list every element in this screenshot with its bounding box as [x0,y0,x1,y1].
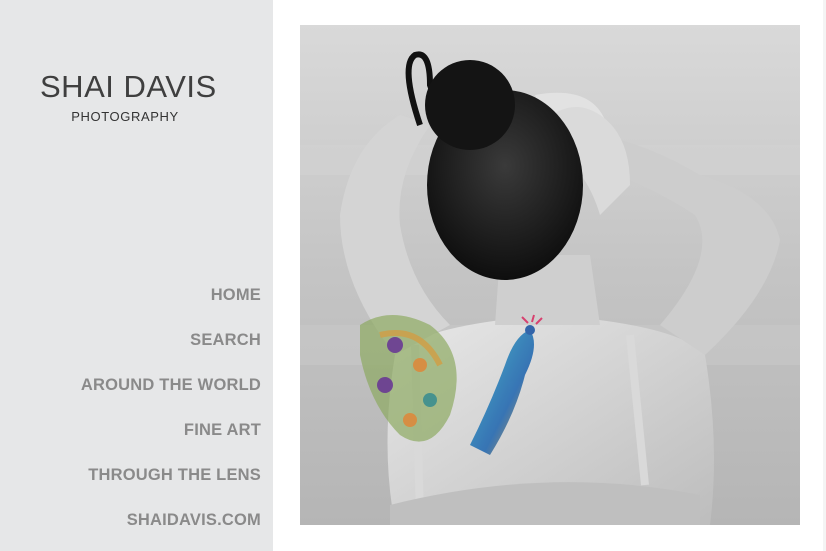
sidebar: SHAI DAVIS PHOTOGRAPHY HOME SEARCH AROUN… [0,0,273,551]
nav-item-search[interactable]: SEARCH [81,327,261,372]
photo-illustration [300,25,800,525]
nav-item-home[interactable]: HOME [81,282,261,327]
featured-photo[interactable] [300,25,800,525]
nav-item-through-the-lens[interactable]: THROUGH THE LENS [81,462,261,507]
nav-item-shaidavis-com[interactable]: SHAIDAVIS.COM [81,507,261,551]
nav-item-fine-art[interactable]: FINE ART [81,417,261,462]
nav-item-around-the-world[interactable]: AROUND THE WORLD [81,372,261,417]
page: SHAI DAVIS PHOTOGRAPHY HOME SEARCH AROUN… [0,0,826,551]
main-nav: HOME SEARCH AROUND THE WORLD FINE ART TH… [81,282,261,551]
site-title: SHAI DAVIS [40,69,217,104]
site-logo[interactable]: SHAI DAVIS PHOTOGRAPHY [40,68,217,124]
site-subtitle: PHOTOGRAPHY [71,109,179,124]
